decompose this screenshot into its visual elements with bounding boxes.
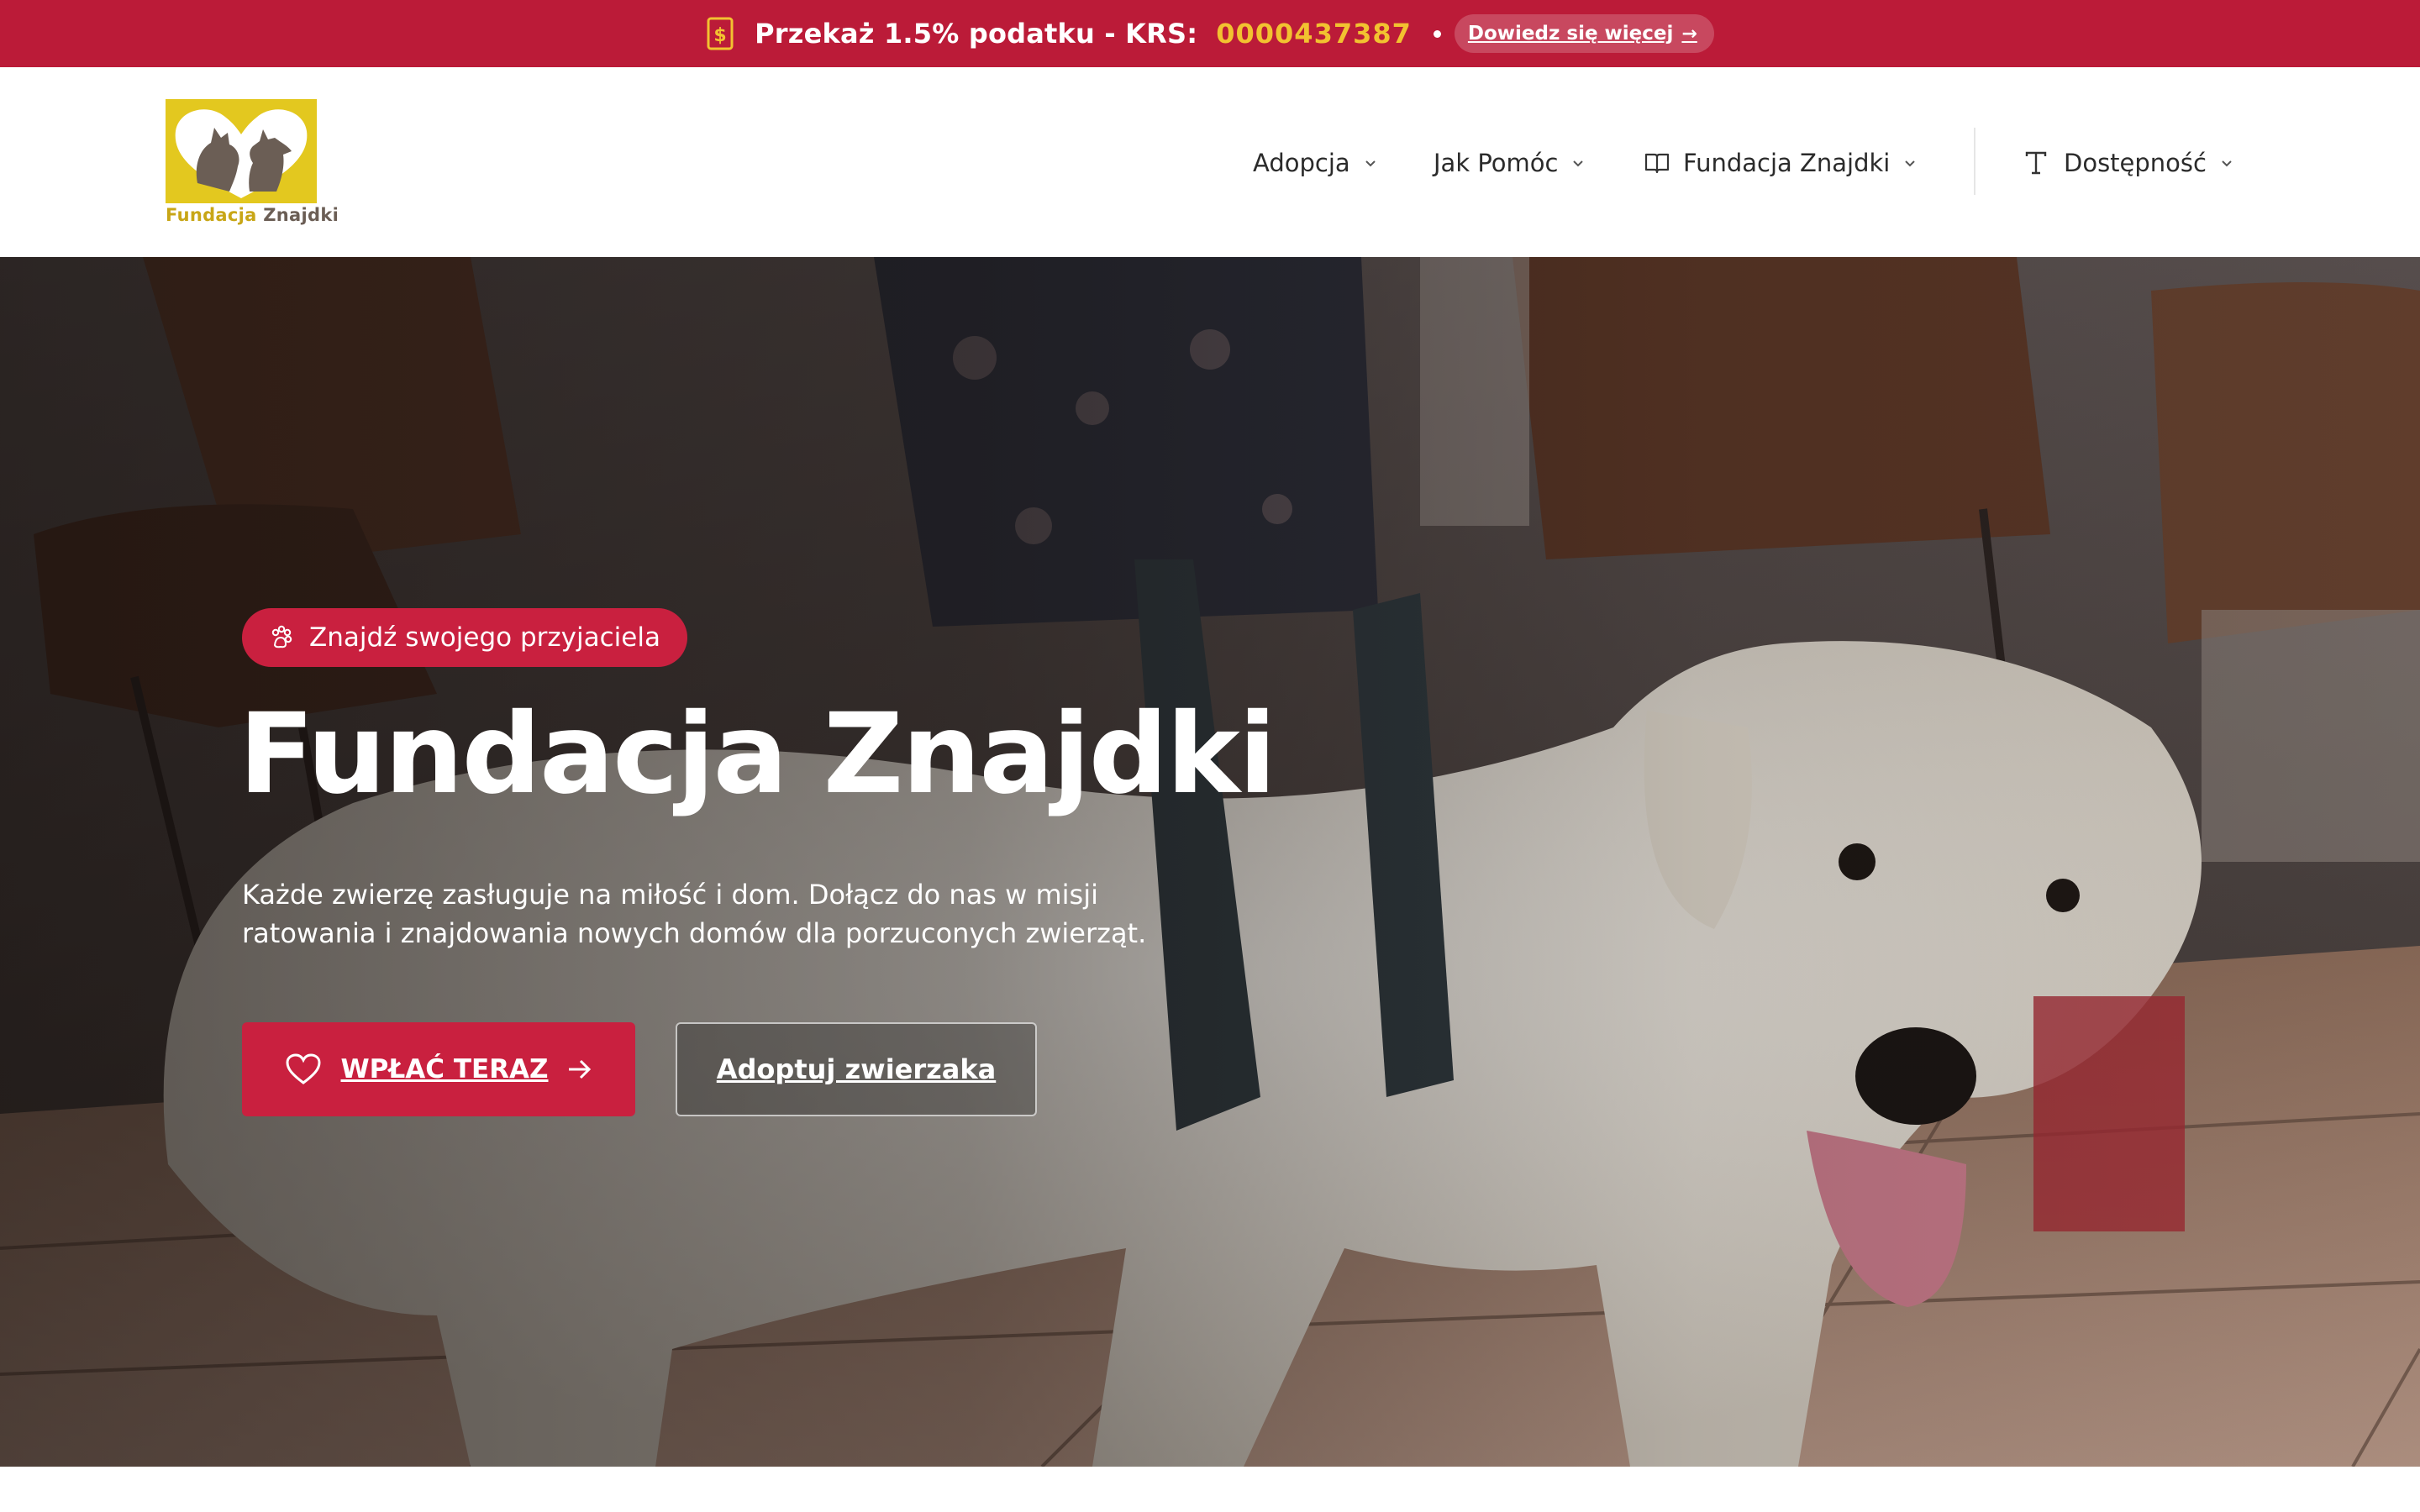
- separator-dot: [1433, 29, 1441, 38]
- site-header: Fundacja Znajdki Adopcja Jak Pomóc Funda…: [0, 67, 2420, 257]
- donate-now-label: WPŁAĆ TERAZ: [340, 1054, 549, 1084]
- nav-divider: [1974, 128, 1975, 195]
- chevron-down-icon: [2222, 160, 2232, 167]
- chevron-down-icon: [1573, 160, 1584, 167]
- learn-more-label: Dowiedz się więcej: [1467, 23, 1674, 45]
- tax-document-icon: $: [706, 17, 734, 50]
- adopt-animal-button[interactable]: Adoptuj zwierzaka: [676, 1022, 1037, 1116]
- hero-title: Fundacja Znajdki: [239, 690, 1276, 819]
- logo-mark: [166, 99, 317, 203]
- nav-label-adopcja: Adopcja: [1253, 149, 1350, 177]
- logo-word-znajdki: Znajdki: [263, 205, 339, 225]
- krs-number: 0000437387: [1216, 18, 1412, 50]
- heart-icon: [286, 1053, 321, 1084]
- chevron-down-icon: [1905, 160, 1916, 167]
- nav-label-fundacja: Fundacja Znajdki: [1683, 149, 1891, 177]
- logo-wordmark: Fundacja Znajdki: [166, 205, 339, 225]
- nav-item-fundacja[interactable]: Fundacja Znajdki: [1644, 146, 1917, 180]
- arrow-right-icon: →: [1681, 23, 1697, 45]
- hero-badge: Znajdź swojego przyjaciela: [242, 608, 687, 667]
- tax-promo-text: Przekaż 1.5% podatku - KRS:: [755, 18, 1198, 50]
- hero-badge-label: Znajdź swojego przyjaciela: [309, 622, 660, 653]
- svg-text:$: $: [713, 25, 726, 46]
- nav-label-jak-pomoc: Jak Pomóc: [1434, 149, 1559, 177]
- book-icon: [1644, 150, 1670, 176]
- logo-word-fundacja: Fundacja: [166, 205, 257, 225]
- nav-item-jak-pomoc[interactable]: Jak Pomóc: [1434, 146, 1585, 180]
- nav-label-dostepnosc: Dostępność: [2064, 149, 2207, 177]
- nav-item-adopcja[interactable]: Adopcja: [1253, 146, 1377, 180]
- chevron-down-icon: [1365, 160, 1376, 167]
- hero-overlay: [0, 257, 2420, 1467]
- paw-icon: [271, 625, 292, 648]
- hero-description: Każde zwierzę zasługuje na miłość i dom.…: [242, 879, 1147, 949]
- donate-now-button[interactable]: WPŁAĆ TERAZ: [242, 1022, 635, 1116]
- hero-section: Znajdź swojego przyjaciela Fundacja Znaj…: [0, 257, 2420, 1467]
- text-size-icon: [2025, 150, 2050, 176]
- top-announcement-bar: $ Przekaż 1.5% podatku - KRS: 0000437387…: [0, 0, 2420, 67]
- learn-more-link[interactable]: Dowiedz się więcej →: [1454, 14, 1714, 53]
- site-logo[interactable]: Fundacja Znajdki: [166, 99, 339, 227]
- arrow-right-icon: [568, 1059, 591, 1079]
- nav-item-dostepnosc[interactable]: Dostępność: [2025, 146, 2233, 180]
